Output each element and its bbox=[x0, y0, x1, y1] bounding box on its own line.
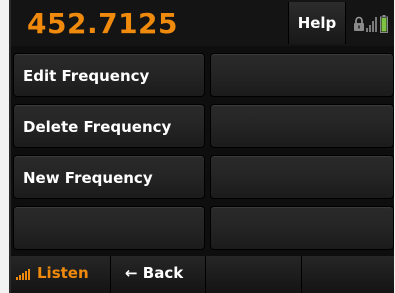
empty-right-button-3[interactable] bbox=[210, 155, 394, 199]
new-frequency-button[interactable]: New Frequency bbox=[13, 155, 205, 199]
lock-icon bbox=[354, 16, 364, 31]
listen-softkey[interactable]: Listen bbox=[11, 256, 111, 293]
empty-left-button-4[interactable] bbox=[13, 206, 205, 250]
battery-icon bbox=[380, 15, 388, 33]
frequency-display: 452.7125 bbox=[27, 7, 179, 40]
signal-icon bbox=[366, 17, 377, 32]
softkey-3[interactable] bbox=[206, 256, 302, 293]
edit-frequency-button[interactable]: Edit Frequency bbox=[13, 53, 205, 97]
softkey-bar: Listen ← Back bbox=[11, 256, 394, 293]
status-icons bbox=[351, 14, 391, 34]
header-bar: 452.7125 Help bbox=[11, 0, 394, 46]
help-button[interactable]: Help bbox=[288, 2, 346, 44]
listen-label: Listen bbox=[37, 264, 89, 282]
delete-frequency-button[interactable]: Delete Frequency bbox=[13, 104, 205, 148]
empty-right-button-2[interactable] bbox=[210, 104, 394, 148]
listen-signal-icon bbox=[16, 268, 30, 280]
empty-right-button-4[interactable] bbox=[210, 206, 394, 250]
empty-right-button-1[interactable] bbox=[210, 53, 394, 97]
back-softkey[interactable]: ← Back bbox=[111, 256, 206, 293]
softkey-4[interactable] bbox=[302, 256, 394, 293]
radio-screen: 452.7125 Help Edit Frequency Delete Freq… bbox=[9, 0, 394, 293]
